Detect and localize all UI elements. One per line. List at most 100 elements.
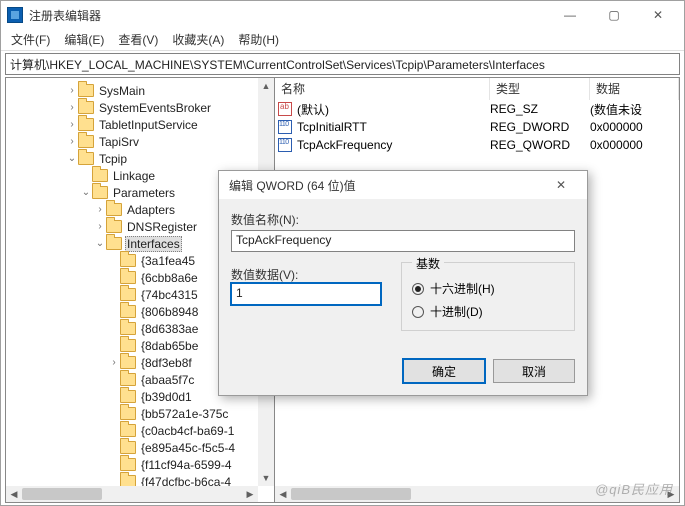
tree-node-label: Tcpip bbox=[97, 152, 129, 166]
maximize-button[interactable]: ▢ bbox=[592, 1, 636, 29]
radio-dec[interactable]: 十进制(D) bbox=[412, 303, 564, 320]
tree-node-label: {806b8948 bbox=[139, 305, 200, 319]
folder-icon bbox=[120, 373, 136, 386]
menu-bar: 文件(F) 编辑(E) 查看(V) 收藏夹(A) 帮助(H) bbox=[1, 29, 684, 51]
tree-node-label: SysMain bbox=[97, 84, 147, 98]
tree-node-label: {74bc4315 bbox=[139, 288, 200, 302]
menu-edit[interactable]: 编辑(E) bbox=[58, 30, 110, 49]
tree-node-label: DNSRegister bbox=[125, 220, 199, 234]
cancel-button[interactable]: 取消 bbox=[493, 359, 575, 383]
scroll-left-icon[interactable]: ◀ bbox=[6, 486, 22, 502]
tree-node[interactable]: › SystemEventsBroker bbox=[10, 99, 258, 116]
column-data[interactable]: 数据 bbox=[590, 78, 679, 100]
tree-node[interactable]: {e895a45c-f5c5-4 bbox=[10, 439, 258, 456]
expander-icon[interactable]: ⌄ bbox=[66, 153, 78, 164]
value-row[interactable]: TcpInitialRTTREG_DWORD0x000000 bbox=[275, 118, 679, 136]
tree-node-label: {bb572a1e-375c bbox=[139, 407, 230, 421]
tree-node[interactable]: › TapiSrv bbox=[10, 133, 258, 150]
close-button[interactable]: ✕ bbox=[636, 1, 680, 29]
window-title: 注册表编辑器 bbox=[29, 7, 548, 24]
title-bar: 注册表编辑器 — ▢ ✕ bbox=[1, 1, 684, 29]
expander-icon[interactable]: ⌄ bbox=[94, 238, 106, 249]
expander-icon[interactable]: › bbox=[66, 85, 78, 96]
tree-node-label: TabletInputService bbox=[97, 118, 200, 132]
list-header: 名称 类型 数据 bbox=[275, 78, 679, 100]
tree-node-label: SystemEventsBroker bbox=[97, 101, 213, 115]
tree-node-label: {3a1fea45 bbox=[139, 254, 197, 268]
folder-icon bbox=[106, 220, 122, 233]
scroll-down-icon[interactable]: ▼ bbox=[258, 470, 274, 486]
expander-icon[interactable]: › bbox=[94, 221, 106, 232]
expander-icon[interactable]: › bbox=[66, 119, 78, 130]
scroll-right-icon[interactable]: ▶ bbox=[242, 486, 258, 502]
menu-favorites[interactable]: 收藏夹(A) bbox=[166, 30, 230, 49]
scroll-left-icon[interactable]: ◀ bbox=[275, 486, 291, 502]
value-list[interactable]: (默认)REG_SZ(数值未设TcpInitialRTTREG_DWORD0x0… bbox=[275, 100, 679, 154]
window-controls: — ▢ ✕ bbox=[548, 1, 680, 29]
tree-node-label: {8d6383ae bbox=[139, 322, 200, 336]
value-row[interactable]: (默认)REG_SZ(数值未设 bbox=[275, 100, 679, 118]
address-bar[interactable]: 计算机\HKEY_LOCAL_MACHINE\SYSTEM\CurrentCon… bbox=[5, 53, 680, 75]
folder-icon bbox=[78, 101, 94, 114]
tree-node[interactable]: {bb572a1e-375c bbox=[10, 405, 258, 422]
folder-icon bbox=[120, 305, 136, 318]
string-value-icon bbox=[275, 102, 295, 116]
cell-type: REG_DWORD bbox=[490, 120, 590, 134]
tree-node-label: {c0acb4cf-ba69-1 bbox=[139, 424, 236, 438]
tree-node-label: TapiSrv bbox=[97, 135, 141, 149]
menu-file[interactable]: 文件(F) bbox=[5, 30, 56, 49]
radio-icon bbox=[412, 283, 424, 295]
ok-button[interactable]: 确定 bbox=[403, 359, 485, 383]
tree-node-label: Linkage bbox=[111, 169, 157, 183]
expander-icon[interactable]: › bbox=[108, 357, 120, 368]
minimize-button[interactable]: — bbox=[548, 1, 592, 29]
column-type[interactable]: 类型 bbox=[490, 78, 590, 100]
radio-dec-label: 十进制(D) bbox=[430, 303, 483, 320]
tree-node[interactable]: › SysMain bbox=[10, 82, 258, 99]
expander-icon[interactable]: › bbox=[94, 204, 106, 215]
radio-hex[interactable]: 十六进制(H) bbox=[412, 280, 564, 297]
scroll-up-icon[interactable]: ▲ bbox=[258, 78, 274, 94]
value-data-input[interactable]: 1 bbox=[231, 283, 381, 305]
value-name-input[interactable]: TcpAckFrequency bbox=[231, 230, 575, 252]
binary-value-icon bbox=[275, 138, 295, 152]
folder-icon bbox=[120, 458, 136, 471]
cell-type: REG_QWORD bbox=[490, 138, 590, 152]
expander-icon[interactable]: › bbox=[66, 136, 78, 147]
dialog-title-bar: 编辑 QWORD (64 位)值 ✕ bbox=[219, 171, 587, 199]
cell-data: (数值未设 bbox=[590, 101, 679, 118]
radix-group: 基数 十六进制(H) 十进制(D) bbox=[401, 262, 575, 331]
tree-node-label: {e895a45c-f5c5-4 bbox=[139, 441, 237, 455]
tree-node[interactable]: {c0acb4cf-ba69-1 bbox=[10, 422, 258, 439]
expander-icon[interactable]: ⌄ bbox=[80, 187, 92, 198]
value-row[interactable]: TcpAckFrequencyREG_QWORD0x000000 bbox=[275, 136, 679, 154]
scroll-thumb[interactable] bbox=[22, 488, 102, 500]
tree-node-label: {6cbb8a6e bbox=[139, 271, 200, 285]
tree-node[interactable]: {f47dcfbc-b6ca-4 bbox=[10, 473, 258, 486]
tree-node-label: Parameters bbox=[111, 186, 177, 200]
folder-icon bbox=[92, 169, 108, 182]
folder-icon bbox=[120, 271, 136, 284]
scroll-thumb[interactable] bbox=[291, 488, 411, 500]
watermark: @qiB民应用 bbox=[595, 479, 673, 498]
dialog-body: 数值名称(N): TcpAckFrequency 数值数据(V): 1 基数 十… bbox=[219, 199, 587, 359]
folder-icon bbox=[120, 322, 136, 335]
dialog-title: 编辑 QWORD (64 位)值 bbox=[229, 177, 541, 194]
tree-node[interactable]: ⌄ Tcpip bbox=[10, 150, 258, 167]
folder-icon bbox=[92, 186, 108, 199]
folder-icon bbox=[106, 203, 122, 216]
tree-node[interactable]: › TabletInputService bbox=[10, 116, 258, 133]
dialog-close-button[interactable]: ✕ bbox=[541, 171, 581, 199]
tree-node-label: {f47dcfbc-b6ca-4 bbox=[139, 475, 233, 487]
column-name[interactable]: 名称 bbox=[275, 78, 490, 100]
cell-name: TcpInitialRTT bbox=[295, 120, 490, 134]
tree-horizontal-scrollbar[interactable]: ◀ ▶ bbox=[6, 486, 258, 502]
tree-node-label: {f11cf94a-6599-4 bbox=[139, 458, 234, 472]
folder-icon bbox=[120, 339, 136, 352]
folder-icon bbox=[106, 237, 122, 250]
menu-help[interactable]: 帮助(H) bbox=[232, 30, 285, 49]
expander-icon[interactable]: › bbox=[66, 102, 78, 113]
tree-node[interactable]: {f11cf94a-6599-4 bbox=[10, 456, 258, 473]
menu-view[interactable]: 查看(V) bbox=[112, 30, 164, 49]
cell-data: 0x000000 bbox=[590, 138, 679, 152]
